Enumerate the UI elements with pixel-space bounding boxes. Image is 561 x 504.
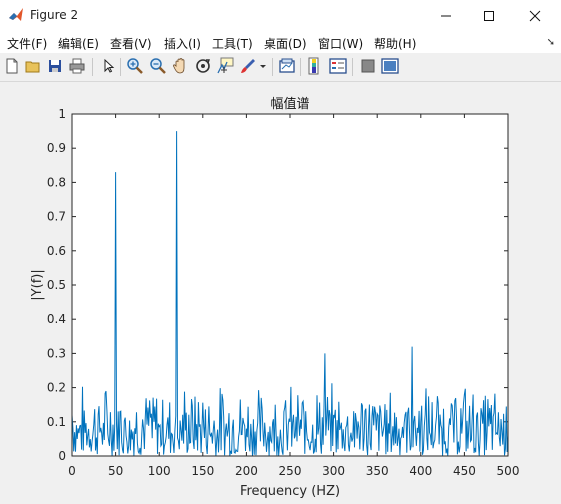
y-tick-label: 0.5 xyxy=(47,278,66,292)
close-button[interactable] xyxy=(512,0,558,31)
rotate-3d-icon[interactable] xyxy=(193,56,213,76)
menu-view[interactable]: 查看(V) xyxy=(110,35,152,52)
zoom-out-icon[interactable] xyxy=(148,56,168,76)
zoom-in-icon[interactable] xyxy=(125,56,145,76)
x-tick-label: 100 xyxy=(148,464,171,478)
menu-tools[interactable]: 工具(T) xyxy=(212,35,253,52)
menu-window[interactable]: 窗口(W) xyxy=(318,35,363,52)
hide-plot-tools-icon[interactable] xyxy=(358,56,378,76)
x-tick-label: 200 xyxy=(235,464,258,478)
y-tick-label: 0.2 xyxy=(47,381,66,395)
y-tick-label: 0 xyxy=(58,449,66,463)
y-tick-label: 1 xyxy=(58,107,66,121)
x-axis-label: Frequency (HZ) xyxy=(240,484,340,499)
toolbar-separator xyxy=(272,58,273,76)
window-titlebar: Figure 2 xyxy=(0,0,561,31)
x-tick-label: 350 xyxy=(366,464,389,478)
x-tick-label: 50 xyxy=(108,464,123,478)
matlab-logo-icon xyxy=(8,7,24,23)
figure-canvas[interactable]: 0 50 100 150 200 250 300 350 400 450 500 0 0.1 0.2 0.3… xyxy=(0,82,561,504)
y-tick-label: 0.3 xyxy=(47,346,66,360)
menu-file[interactable]: 文件(F) xyxy=(7,35,47,52)
chart-title: 幅值谱 xyxy=(270,96,309,112)
x-tick-label: 300 xyxy=(322,464,345,478)
x-tick-label: 400 xyxy=(409,464,432,478)
x-tick-label: 250 xyxy=(279,464,302,478)
x-tick-label: 0 xyxy=(68,464,76,478)
show-plot-tools-icon[interactable] xyxy=(380,56,400,76)
open-file-icon[interactable] xyxy=(23,56,43,76)
y-tick-label: 0.1 xyxy=(47,415,66,429)
figure-toolbar xyxy=(0,53,561,82)
toolbar-separator xyxy=(92,58,93,76)
toolbar-separator xyxy=(120,58,121,76)
minimize-icon xyxy=(441,15,451,16)
pan-icon[interactable] xyxy=(171,56,191,76)
y-tick-label: 0.7 xyxy=(47,210,66,224)
maximize-button[interactable] xyxy=(466,0,512,31)
x-tick-label: 500 xyxy=(497,464,520,478)
close-icon xyxy=(529,10,541,21)
brush-dropdown-icon[interactable] xyxy=(258,56,268,76)
y-tick-label: 0.8 xyxy=(47,175,66,189)
y-axis-label: |Y(f)| xyxy=(30,269,45,300)
toolbar-separator xyxy=(352,58,353,76)
colorbar-icon[interactable] xyxy=(305,56,325,76)
window-title: Figure 2 xyxy=(30,8,79,22)
print-icon[interactable] xyxy=(67,56,87,76)
toolbar-separator xyxy=(300,58,301,76)
data-cursor-icon[interactable] xyxy=(215,56,235,76)
menu-help[interactable]: 帮助(H) xyxy=(374,35,416,52)
menu-insert[interactable]: 插入(I) xyxy=(164,35,201,52)
menu-bar: 文件(F) 编辑(E) 查看(V) 插入(I) 工具(T) 桌面(D) 窗口(W… xyxy=(0,31,561,53)
minimize-button[interactable] xyxy=(423,0,469,31)
pointer-icon[interactable] xyxy=(98,56,118,76)
x-tick-label: 450 xyxy=(453,464,476,478)
menu-desktop[interactable]: 桌面(D) xyxy=(264,35,307,52)
y-tick-label: 0.6 xyxy=(47,244,66,258)
y-tick-label: 0.9 xyxy=(47,141,66,155)
link-plot-icon[interactable] xyxy=(277,56,297,76)
brush-icon[interactable] xyxy=(238,56,258,76)
legend-icon[interactable] xyxy=(328,56,348,76)
save-icon[interactable] xyxy=(45,56,65,76)
new-figure-icon[interactable] xyxy=(2,56,22,76)
maximize-icon xyxy=(484,10,494,21)
x-tick-label: 150 xyxy=(191,464,214,478)
menu-edit[interactable]: 编辑(E) xyxy=(58,35,99,52)
dock-arrow-icon[interactable]: ➘ xyxy=(547,37,555,48)
y-tick-label: 0.4 xyxy=(47,312,66,326)
